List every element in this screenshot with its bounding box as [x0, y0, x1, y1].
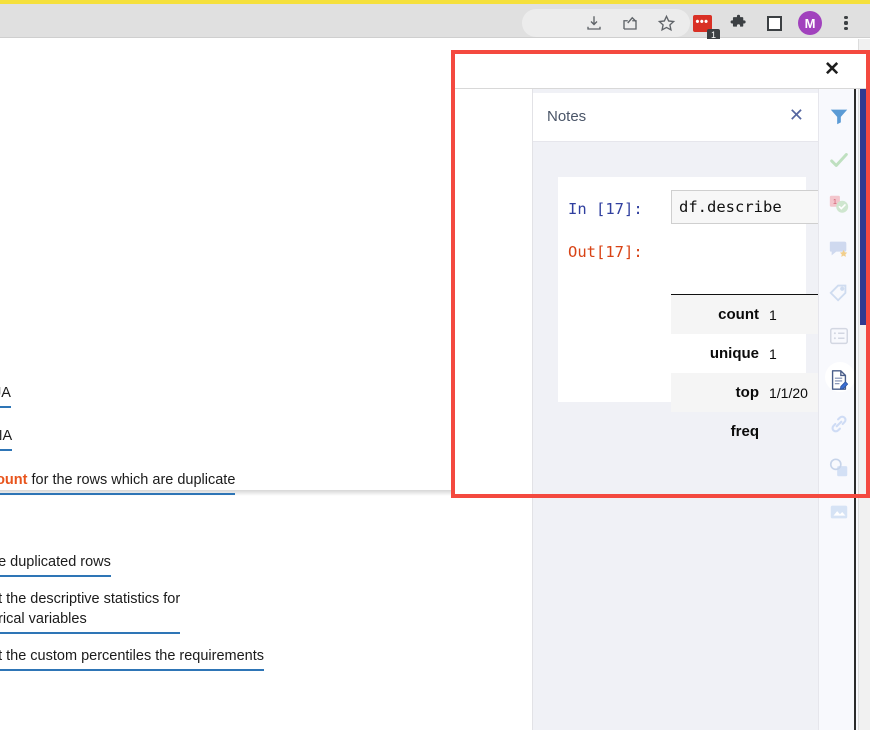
table-column-header: d: [671, 265, 831, 295]
doc-line-1[interactable]: JA: [0, 384, 11, 408]
browser-scrollbar-thumb[interactable]: [860, 89, 870, 325]
doc-line-3[interactable]: count for the rows which are duplicate: [0, 471, 236, 495]
doc-line-5a: ut the descriptive statistics for: [0, 591, 181, 607]
doc-line-6[interactable]: ut the custom percentiles the requiremen…: [0, 647, 265, 671]
table-row-label: unique: [709, 345, 759, 362]
table-row-label: freq: [730, 423, 759, 440]
side-panel-icon[interactable]: [760, 9, 788, 37]
approve-badge-icon[interactable]: 1: [822, 182, 856, 226]
doc-keyword: count: [0, 472, 28, 488]
extension-dots: •••: [695, 16, 709, 28]
shapes-icon[interactable]: [822, 446, 856, 490]
notes-title: Notes: [547, 108, 587, 125]
side-panel-glyph: [766, 15, 782, 31]
doc-line-5[interactable]: ut the descriptive statistics for orical…: [0, 589, 181, 634]
app-panel-gutter: [455, 89, 533, 730]
table-row: top 1/1/20: [671, 373, 831, 412]
doc-line-2[interactable]: NA: [0, 427, 13, 451]
document-edit-icon[interactable]: [822, 358, 856, 402]
app-canvas: Notes ✕ In [17]: df.describe Out[17]: d …: [533, 89, 831, 730]
doc-line-4[interactable]: he duplicated rows: [0, 553, 111, 577]
browser-toolbar: ••• 1 M: [0, 4, 870, 42]
notebook-cell: In [17]: df.describe Out[17]: d count 1 …: [558, 177, 831, 440]
check-icon[interactable]: [822, 138, 856, 182]
notes-close-icon[interactable]: ✕: [789, 105, 804, 125]
window-divider: [854, 50, 856, 730]
toolbar-icon-group: ••• 1 M: [580, 9, 860, 42]
browser-scrollbar[interactable]: [858, 39, 870, 730]
table-row-label: top: [735, 384, 759, 401]
filter-icon[interactable]: [822, 94, 856, 138]
download-icon[interactable]: [580, 9, 608, 37]
tool-rail: 1: [818, 89, 858, 730]
document-area: JA NA count for the rows which are dupli…: [0, 39, 534, 730]
notebook-code-input[interactable]: df.describe: [671, 190, 821, 224]
list-icon[interactable]: [822, 314, 856, 358]
link-icon[interactable]: [822, 402, 856, 446]
tag-icon[interactable]: [822, 270, 856, 314]
notebook-out-prompt: Out[17]:: [568, 243, 643, 261]
table-row-label: count: [718, 306, 759, 323]
screenshot-root: ••• 1 M JA: [0, 0, 870, 730]
comment-star-icon[interactable]: [822, 226, 856, 270]
table-row: count 1: [671, 295, 831, 334]
avatar[interactable]: M: [796, 9, 824, 37]
app-panel-header: ✕: [455, 54, 866, 89]
notebook-output-table: d count 1 unique 1 top 1/1/20 freq: [671, 265, 831, 451]
notes-panel-header: Notes ✕: [533, 93, 818, 142]
share-icon[interactable]: [616, 9, 644, 37]
avatar-initial: M: [798, 11, 822, 35]
table-row: freq: [671, 412, 831, 451]
extensions-puzzle-icon[interactable]: [724, 9, 752, 37]
doc-line-3-rest: for the rows which are duplicate: [27, 472, 236, 488]
bookmark-star-icon[interactable]: [652, 9, 680, 37]
table-row: unique 1: [671, 334, 831, 373]
notebook-in-prompt: In [17]:: [568, 200, 643, 218]
doc-line-5b: orical variables: [0, 609, 181, 634]
svg-text:1: 1: [832, 197, 836, 206]
kebab-menu-icon[interactable]: [832, 9, 860, 37]
image-icon[interactable]: [822, 490, 856, 534]
screen-recorder-extension-icon[interactable]: ••• 1: [688, 9, 720, 42]
close-icon[interactable]: ✕: [824, 55, 840, 85]
page-body: JA NA count for the rows which are dupli…: [0, 39, 870, 730]
kebab-glyph: [844, 15, 848, 31]
